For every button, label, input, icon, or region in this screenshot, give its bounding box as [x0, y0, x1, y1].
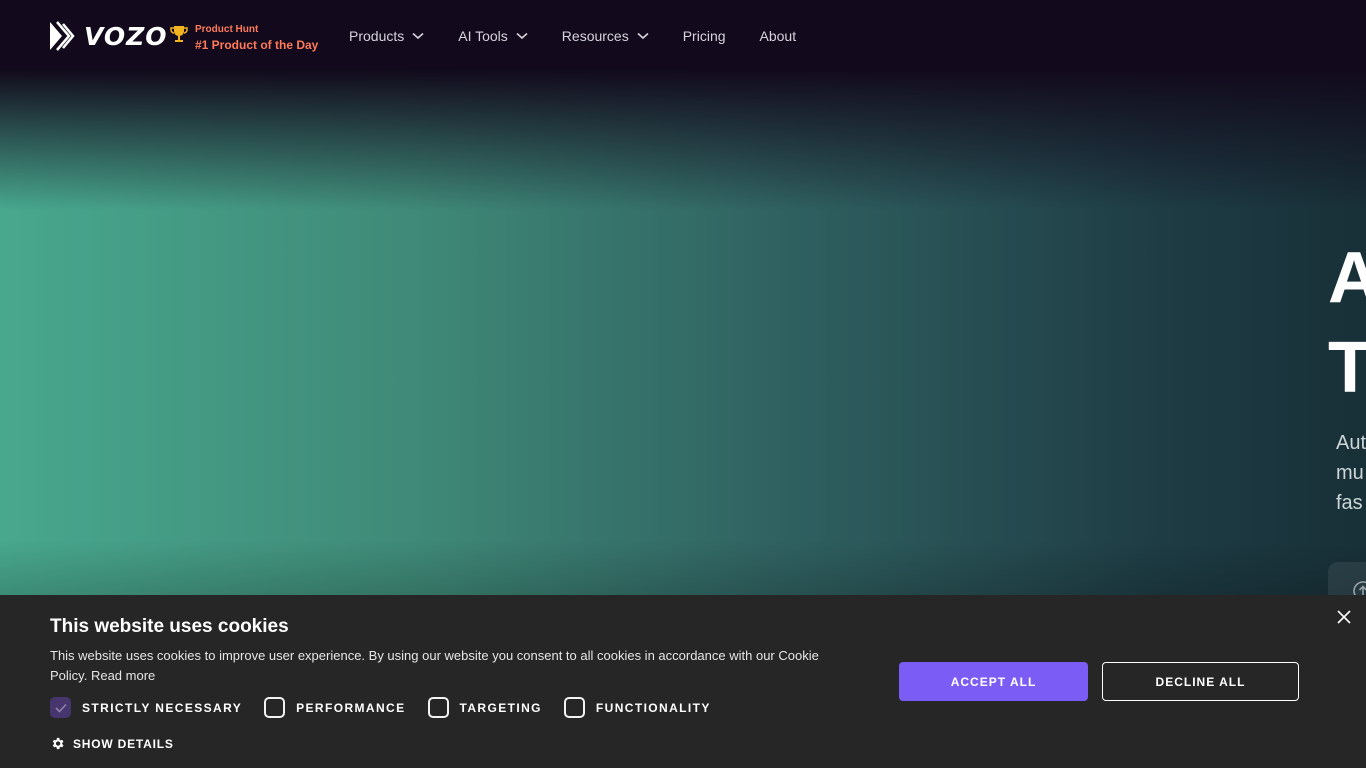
checkbox-targeting[interactable]: TARGETING [427, 697, 542, 718]
cookie-description: This website uses cookies to improve use… [50, 646, 840, 686]
checkbox-box-checked[interactable] [50, 697, 71, 718]
nav-pricing-label: Pricing [682, 28, 726, 44]
checkbox-label: FUNCTIONALITY [595, 700, 711, 715]
cookie-title: This website uses cookies [50, 616, 289, 637]
show-details-toggle[interactable]: SHOW DETAILS [50, 736, 174, 751]
nav-about[interactable]: About [760, 28, 797, 44]
hero-title-line-1: A [1328, 238, 1366, 318]
checkbox-label: STRICTLY NECESSARY [82, 700, 243, 715]
chevron-down-icon [637, 32, 649, 40]
nav-ai-tools[interactable]: AI Tools [458, 28, 528, 44]
checkbox-label: PERFORMANCE [296, 700, 406, 715]
cookie-text: This website uses cookies to improve use… [50, 648, 819, 683]
close-icon [1337, 610, 1351, 624]
product-hunt-label: Product Hunt [195, 24, 259, 35]
hero-subtitle-line: mu [1336, 462, 1364, 484]
hero-subtitle-line: fas [1336, 492, 1363, 514]
close-cookie-banner-button[interactable] [1337, 610, 1351, 629]
checkbox-functionality[interactable]: FUNCTIONALITY [563, 697, 711, 718]
vozo-chevrons-icon [50, 21, 75, 51]
main-menu: Products AI Tools Resources Pricing Abou… [349, 28, 830, 44]
hero-subtitle-line: Aut [1336, 432, 1366, 454]
checkmark-icon [54, 703, 67, 713]
nav-resources[interactable]: Resources [562, 28, 649, 44]
brand-logo[interactable]: VOZO [48, 20, 168, 52]
brand-name: VOZO [84, 21, 168, 51]
nav-products[interactable]: Products [349, 28, 424, 44]
cookie-categories: STRICTLY NECESSARY PERFORMANCE TARGETING… [50, 697, 733, 718]
nav-resources-label: Resources [561, 28, 629, 44]
top-navigation: VOZO Product Hunt #1 Product of the Day … [0, 0, 1366, 74]
hero-title-line-2: T [1328, 328, 1366, 408]
decline-all-button[interactable]: DECLINE ALL [1102, 662, 1299, 701]
nav-pricing[interactable]: Pricing [683, 28, 726, 44]
show-details-label: SHOW DETAILS [73, 736, 174, 751]
checkbox-label: TARGETING [459, 700, 542, 715]
checkbox-box[interactable] [264, 697, 286, 718]
hero-subtitle: Aut mu fas [1336, 428, 1366, 518]
accept-all-button[interactable]: ACCEPT ALL [899, 662, 1088, 701]
product-hunt-award: #1 Product of the Day [195, 38, 319, 52]
cookie-banner: This website uses cookies This website u… [0, 595, 1366, 768]
nav-about-label: About [759, 28, 797, 44]
checkbox-box[interactable] [563, 697, 585, 718]
product-hunt-badge[interactable]: Product Hunt #1 Product of the Day [170, 24, 318, 51]
checkbox-performance[interactable]: PERFORMANCE [264, 697, 405, 718]
trophy-icon [170, 26, 188, 42]
chevron-down-icon [412, 32, 424, 40]
gear-icon [52, 737, 64, 750]
nav-products-label: Products [349, 28, 405, 44]
checkbox-box[interactable] [427, 697, 449, 718]
nav-ai-tools-label: AI Tools [458, 28, 508, 44]
chevron-down-icon [516, 32, 528, 40]
checkbox-strictly-necessary[interactable]: STRICTLY NECESSARY [50, 697, 242, 718]
read-more-link[interactable]: Read more [91, 668, 155, 683]
